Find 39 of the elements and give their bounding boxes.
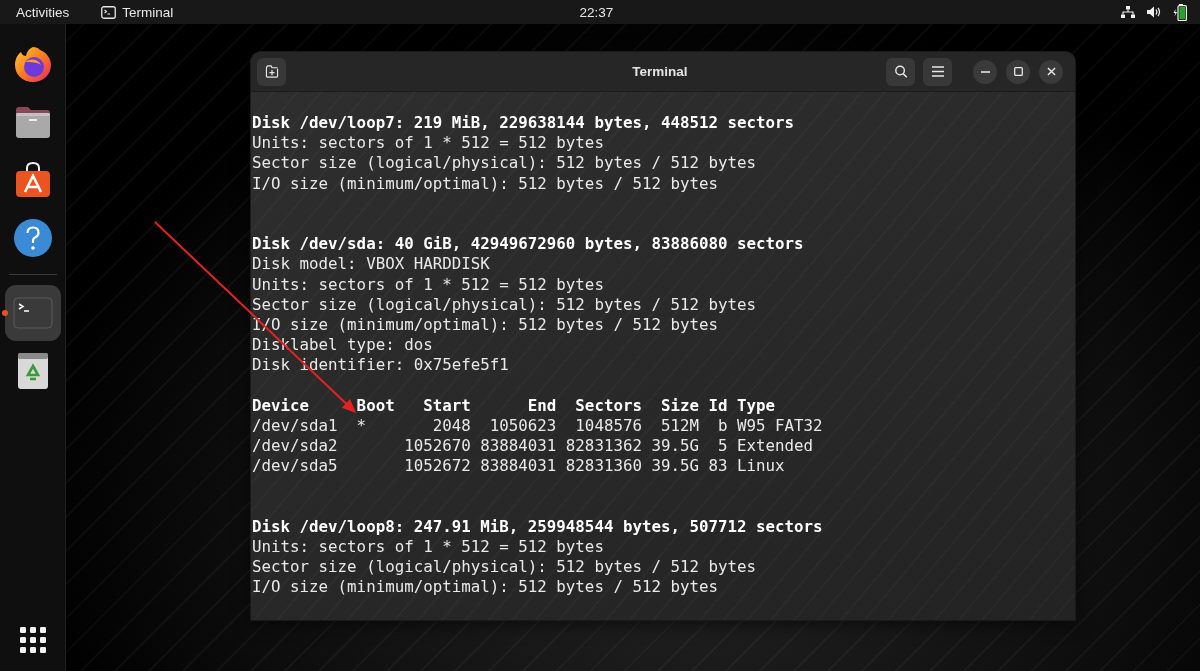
menu-icon xyxy=(930,65,945,78)
app-menu-button[interactable]: Terminal xyxy=(91,1,184,23)
output-line: Disk model: VBOX HARDDISK xyxy=(252,254,490,274)
output-heading: Disk /dev/loop8: 247.91 MiB, 259948544 bytes, 507712 sectors xyxy=(252,516,823,536)
output-line: Units: sectors of 1 * 512 = 512 bytes xyxy=(252,536,604,556)
output-line: Sector size (logical/physical): 512 bytes / 512 bytes xyxy=(252,557,757,577)
minimize-icon xyxy=(980,70,990,73)
volume-icon[interactable] xyxy=(1147,6,1161,18)
maximize-icon xyxy=(1013,67,1023,76)
output-line: Units: sectors of 1 * 512 = 512 bytes xyxy=(252,133,604,153)
new-tab-button[interactable] xyxy=(257,57,286,86)
output-line: /dev/sda1 * 2048 1050623 1048576 512M b W95 FAT32 xyxy=(252,415,823,435)
output-line: Sector size (logical/physical): 512 bytes / 512 bytes xyxy=(252,153,757,173)
terminal-icon xyxy=(101,5,117,19)
output-line: /dev/sda5 1052672 83884031 82831360 39.5G 83 Linux xyxy=(252,456,785,476)
output-line: Sector size (logical/physical): 512 bytes / 512 bytes xyxy=(252,294,757,314)
output-heading: Disk /dev/loop7: 219 MiB, 229638144 bytes, 448512 sectors xyxy=(252,113,795,132)
output-heading: Device Boot Start End Sectors Size Id Type xyxy=(252,395,776,415)
network-icon[interactable] xyxy=(1121,6,1135,18)
output-line: I/O size (minimum/optimal): 512 bytes / 512 bytes xyxy=(252,577,719,597)
help-icon xyxy=(12,218,53,258)
menu-button[interactable] xyxy=(923,57,952,86)
search-icon xyxy=(893,65,908,78)
close-button[interactable] xyxy=(1039,59,1063,84)
maximize-button[interactable] xyxy=(1006,59,1030,84)
output-line: Units: sectors of 1 * 512 = 512 bytes xyxy=(252,274,604,294)
flame-globe-icon xyxy=(12,44,53,84)
output-line: I/O size (minimum/optimal): 512 bytes / 512 bytes xyxy=(252,173,719,193)
clock-button[interactable]: 22:37 xyxy=(569,1,624,23)
output-line: /dev/sda2 1052670 83884031 82831362 39.5G 5 Extended xyxy=(252,436,814,455)
minimize-button[interactable] xyxy=(973,59,997,84)
tab-plus-icon xyxy=(264,65,279,78)
window-title: Terminal xyxy=(632,64,688,79)
output-heading: Disk /dev/sda: 40 GiB, 42949672960 bytes, 83886080 sectors xyxy=(252,234,804,254)
close-icon xyxy=(1046,67,1056,76)
app-grid-icon xyxy=(19,627,46,653)
activities-button[interactable]: Activities xyxy=(6,1,80,23)
search-button[interactable] xyxy=(886,57,915,86)
battery-icon[interactable] xyxy=(1173,3,1187,21)
